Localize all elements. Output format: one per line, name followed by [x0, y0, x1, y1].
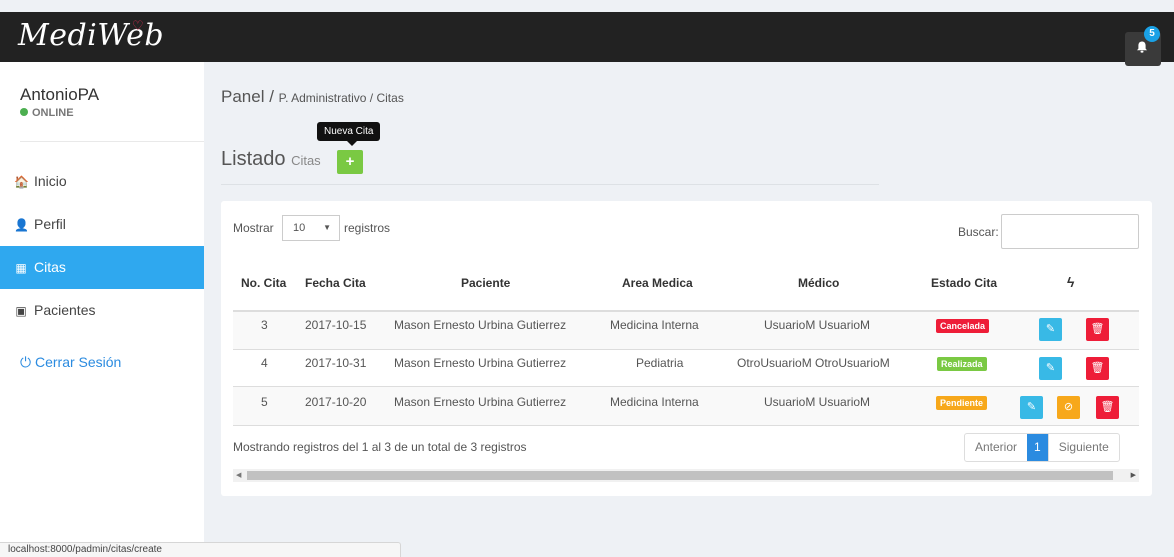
cell-doctor: UsuarioM UsuarioM — [764, 318, 871, 332]
records-label: registros — [344, 221, 391, 235]
cell-area: Medicina Interna — [610, 318, 699, 332]
page-size-select[interactable]: 10 ▼ — [282, 215, 340, 241]
online-dot-icon — [20, 108, 28, 117]
edit-button[interactable]: ✎ — [1039, 357, 1062, 380]
ban-icon: ⊘ — [1063, 401, 1074, 413]
search-label: Buscar: — [958, 225, 999, 239]
cell-date: 2017-10-20 — [305, 395, 367, 409]
delete-button[interactable]: 🗑 — [1096, 396, 1119, 419]
column-header-no-cita[interactable]: No. Cita — [241, 276, 286, 290]
cell-date: 2017-10-15 — [305, 318, 367, 332]
status-badge: Cancelada — [936, 319, 990, 333]
top-navbar: MediWeb ♡ 5 — [0, 12, 1174, 66]
notifications-button[interactable]: 5 — [1125, 26, 1161, 66]
cell-patient: Mason Ernesto Urbina Gutierrez — [394, 395, 567, 409]
cell-no: 4 — [261, 356, 268, 370]
breadcrumb-panel[interactable]: Panel — [221, 87, 264, 106]
search-input[interactable] — [1001, 214, 1139, 249]
sidebar-item-citas[interactable]: ▦ Citas — [0, 246, 204, 289]
pagination: Anterior 1 Siguiente — [964, 433, 1120, 462]
column-header-paciente[interactable]: Paciente — [461, 276, 510, 290]
user-name: AntonioPA — [20, 85, 100, 104]
cancel-appointment-button[interactable]: ⊘ — [1057, 396, 1080, 419]
page-title: Listado Citas — [221, 148, 321, 170]
sidebar-item-inicio[interactable]: 🏠 Inicio — [0, 160, 204, 203]
cell-area: Pediatria — [636, 356, 684, 370]
cell-area: Medicina Interna — [610, 395, 699, 409]
user-icon: 👤 — [14, 218, 29, 232]
delete-button[interactable]: 🗑 — [1086, 357, 1109, 380]
scroll-left-icon[interactable]: ◀ — [236, 469, 241, 482]
cell-no: 5 — [261, 395, 268, 409]
show-label: Mostrar — [233, 221, 274, 235]
breadcrumb: Panel / P. Administrativo / Citas — [221, 87, 404, 106]
cell-patient: Mason Ernesto Urbina Gutierrez — [394, 318, 567, 332]
edit-button[interactable]: ✎ — [1020, 396, 1043, 419]
pagination-previous[interactable]: Anterior — [965, 434, 1027, 461]
bell-icon — [1137, 41, 1147, 53]
title-divider — [221, 184, 879, 185]
cell-doctor: UsuarioM UsuarioM — [764, 395, 871, 409]
add-tooltip: Nueva Cita — [317, 122, 381, 146]
status-badge: Realizada — [937, 357, 987, 371]
bolt-icon: ϟ — [1067, 274, 1075, 290]
column-header-medico[interactable]: Médico — [798, 276, 839, 290]
id-card-icon: ▣ — [15, 304, 27, 318]
sidebar-item-pacientes[interactable]: ▣ Pacientes — [0, 289, 204, 332]
edit-icon: ✎ — [1045, 362, 1056, 374]
caret-down-icon: ▼ — [323, 223, 331, 232]
edit-icon: ✎ — [1045, 323, 1056, 335]
home-icon: 🏠 — [14, 175, 29, 189]
column-header-area-medica[interactable]: Area Medica — [622, 276, 693, 290]
column-header-estado-cita[interactable]: Estado Cita — [931, 276, 997, 290]
table-info: Mostrando registros del 1 al 3 de un tot… — [233, 440, 527, 454]
appointments-card: Mostrar 10 ▼ registros Buscar: No. Cita … — [221, 201, 1152, 496]
horizontal-scrollbar[interactable]: ◀ ▶ — [233, 469, 1139, 482]
pagination-page-1[interactable]: 1 — [1027, 434, 1048, 461]
delete-button[interactable]: 🗑 — [1086, 318, 1109, 341]
trash-icon: 🗑 — [1100, 401, 1115, 413]
column-header-fecha-cita[interactable]: Fecha Cita — [305, 276, 366, 290]
calendar-icon: ▦ — [15, 261, 27, 275]
scroll-right-icon[interactable]: ▶ — [1131, 469, 1136, 482]
breadcrumb-path: P. Administrativo / Citas — [278, 91, 404, 105]
add-appointment-button[interactable]: + — [337, 150, 363, 174]
power-icon: ⏻ — [20, 354, 32, 370]
edit-icon: ✎ — [1026, 401, 1037, 413]
user-status: ONLINE — [20, 107, 74, 119]
row-divider — [233, 349, 1139, 350]
cell-patient: Mason Ernesto Urbina Gutierrez — [394, 356, 567, 370]
cell-no: 3 — [261, 318, 268, 332]
sidebar: AntonioPA ONLINE 🏠 Inicio 👤 Perfil ▦ Citas … — [0, 62, 204, 557]
trash-icon: 🗑 — [1090, 323, 1105, 335]
cell-doctor: OtroUsuarioM OtroUsuarioM — [737, 356, 890, 370]
sidebar-divider — [20, 141, 204, 142]
logout-link[interactable]: ⏻ Cerrar Sesión — [20, 354, 121, 371]
browser-status-url: localhost:8000/padmin/citas/create — [0, 542, 401, 557]
notification-count-badge: 5 — [1144, 26, 1160, 42]
heart-icon: ♡ — [132, 18, 144, 33]
trash-icon: 🗑 — [1090, 362, 1105, 374]
sidebar-item-perfil[interactable]: 👤 Perfil — [0, 203, 204, 246]
edit-button[interactable]: ✎ — [1039, 318, 1062, 341]
status-badge: Pendiente — [936, 396, 988, 410]
scrollbar-thumb[interactable] — [247, 471, 1113, 480]
table-bottom-line — [233, 425, 1139, 426]
cell-date: 2017-10-31 — [305, 356, 367, 370]
pagination-next[interactable]: Siguiente — [1047, 434, 1119, 461]
